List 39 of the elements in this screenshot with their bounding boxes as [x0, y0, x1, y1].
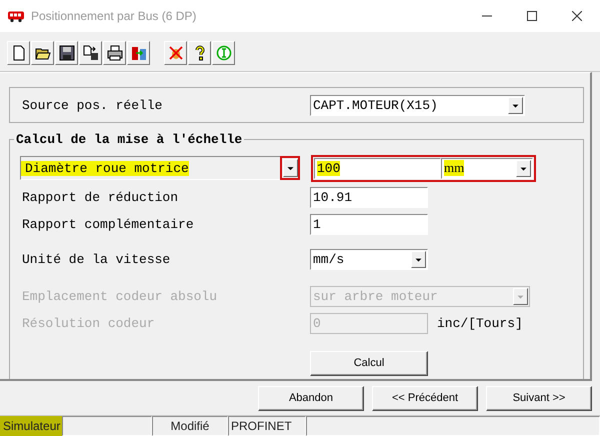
bus-icon — [8, 10, 24, 22]
close-icon[interactable] — [572, 11, 582, 21]
status-text: Simulateur — [0, 416, 62, 436]
unit-dropdown[interactable]: mm — [441, 158, 533, 178]
nav-button[interactable]: Suivant >> — [486, 386, 592, 410]
toolbar-button[interactable] — [103, 41, 126, 65]
transfer-icon — [130, 45, 146, 61]
dropdown[interactable]: mm/s — [310, 249, 428, 270]
field-label: Résolution codeur — [21, 316, 156, 331]
calculate-button[interactable]: Calcul — [310, 350, 428, 376]
printer-icon — [106, 45, 122, 61]
input-field[interactable]: 1 — [310, 214, 428, 235]
toolbar-button[interactable] — [55, 41, 78, 65]
status-text: PROFINET — [228, 416, 306, 436]
nav-button[interactable]: Abandon — [258, 386, 364, 410]
nav-button[interactable]: << Précédent — [372, 386, 478, 410]
dropdown-button[interactable] — [280, 156, 300, 180]
toolbar-button[interactable] — [7, 41, 30, 65]
toolbar-button[interactable] — [31, 41, 54, 65]
window-title: Positionnement par Bus (6 DP) — [31, 9, 196, 23]
field-label: Unité de la vitesse — [21, 252, 172, 267]
unit-label: inc/[Tours] — [437, 316, 523, 331]
toolbar-button[interactable] — [79, 41, 102, 65]
source-dropdown[interactable]: CAPT.MOTEUR(X15) — [310, 94, 525, 116]
input-field[interactable]: 100 — [314, 158, 441, 178]
export-icon — [82, 45, 98, 61]
floppy-icon — [58, 45, 74, 61]
input-field[interactable]: 10.91 — [310, 187, 428, 208]
toolbar-button[interactable] — [188, 41, 211, 65]
field-label: Emplacement codeur absolu — [21, 289, 218, 304]
info-icon — [216, 45, 232, 61]
field-label: Source pos. réelle — [21, 98, 164, 112]
document-icon — [10, 45, 26, 61]
parameter-dropdown[interactable]: Diamètre roue motrice — [20, 156, 297, 180]
bug-icon — [168, 45, 184, 61]
field-label: Rapport complémentaire — [21, 217, 195, 232]
field-label: Rapport de réduction — [21, 190, 180, 205]
maximize-icon[interactable] — [527, 11, 537, 21]
status-text: Modifié — [152, 416, 228, 436]
